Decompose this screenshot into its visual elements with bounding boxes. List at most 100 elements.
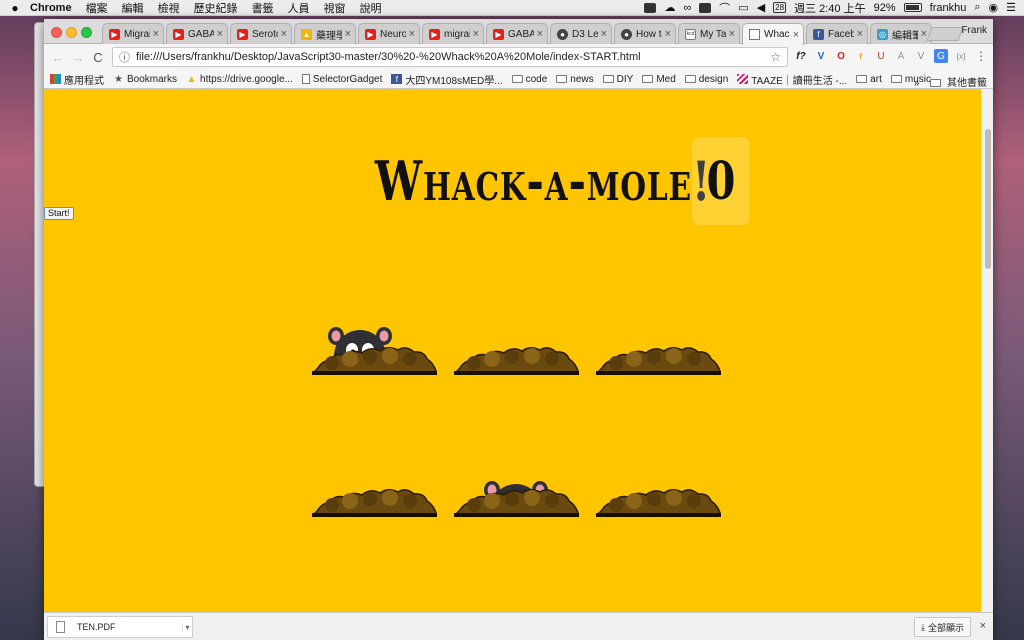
tab-2[interactable]: ▶ GABA × <box>166 23 228 44</box>
menu-help[interactable]: 說明 <box>360 0 382 16</box>
hole-2[interactable] <box>454 315 579 375</box>
download-menu-chevron-icon[interactable]: ▾ <box>182 622 192 632</box>
hole-1[interactable] <box>312 315 437 375</box>
menu-bookmarks[interactable]: 書籤 <box>252 0 274 16</box>
tab-close-icon[interactable]: × <box>345 28 351 40</box>
scrollbar-thumb[interactable] <box>985 129 991 269</box>
calendar-date-badge[interactable]: 28 <box>773 2 787 13</box>
tab-6[interactable]: ▶ migrai × <box>422 23 484 44</box>
close-window-icon[interactable] <box>51 27 62 38</box>
tag-extension-icon[interactable]: r <box>854 49 868 63</box>
hole-6[interactable] <box>596 457 721 517</box>
tab-close-icon[interactable]: × <box>537 28 543 40</box>
tab-7[interactable]: ▶ GABA × <box>486 23 548 44</box>
cloud-icon[interactable]: ☁ <box>664 1 675 14</box>
tab-8[interactable]: ● D3 Le × <box>550 23 612 44</box>
forward-button[interactable]: → <box>68 50 88 65</box>
bookmark-drive[interactable]: ▲ https://drive.google... <box>186 74 293 85</box>
tab-close-icon[interactable]: × <box>153 28 159 40</box>
json-extension-icon[interactable]: {x} <box>954 49 968 63</box>
a-extension-icon[interactable]: A <box>894 49 908 63</box>
reload-button[interactable]: C <box>88 50 108 65</box>
start-button[interactable]: Start! <box>44 207 74 220</box>
infinity-icon[interactable]: ∞ <box>683 2 691 14</box>
opera-extension-icon[interactable]: O <box>834 49 848 63</box>
hole-3[interactable] <box>596 315 721 375</box>
bookmark-apps[interactable]: 應用程式 <box>50 72 104 87</box>
bookmark-folder-med[interactable]: Med <box>642 74 676 85</box>
tab-close-icon[interactable]: × <box>857 28 863 40</box>
profile-name[interactable]: Frank <box>961 25 987 36</box>
notification-center-icon[interactable]: ☰ <box>1006 1 1016 14</box>
bookmark-folder-art[interactable]: art <box>856 74 882 85</box>
volume-icon[interactable]: ◀ <box>757 1 765 14</box>
tab-13[interactable]: ◎ 編輯筆× <box>870 23 932 44</box>
tab-close-icon[interactable]: × <box>921 28 927 40</box>
url-text[interactable]: file:///Users/frankhu/Desktop/JavaScript… <box>136 51 641 63</box>
hole-5[interactable] <box>454 457 579 517</box>
bookmark-taaze[interactable]: TAAZE｜讀冊生活 -... <box>737 72 847 87</box>
bookmarks-overflow[interactable]: » 其他書籤 <box>914 74 987 89</box>
tab-11-active[interactable]: Whack× <box>742 23 804 45</box>
tab-close-icon[interactable]: × <box>601 28 607 40</box>
tab-close-icon[interactable]: × <box>665 28 671 40</box>
spotlight-icon[interactable]: ⌕ <box>974 1 980 14</box>
menu-people[interactable]: 人員 <box>288 0 310 16</box>
bookmark-folder-news[interactable]: news <box>556 74 594 85</box>
back-button[interactable]: ← <box>48 50 68 65</box>
menu-view[interactable]: 檢視 <box>158 0 180 16</box>
tab-close-icon[interactable]: × <box>473 28 479 40</box>
other-bookmarks[interactable]: 其他書籤 <box>947 78 987 89</box>
close-download-shelf-icon[interactable]: × <box>980 620 986 632</box>
battery-icon[interactable] <box>903 3 922 12</box>
tab-10[interactable]: kcd My Ta × <box>678 23 740 44</box>
tab-9[interactable]: ● How to× <box>614 23 676 44</box>
tab-close-icon[interactable]: × <box>409 28 415 40</box>
v-extension-icon[interactable]: V <box>914 49 928 63</box>
wifi-icon[interactable]: ⌒ <box>719 0 730 16</box>
tab-1[interactable]: ▶ Migrai × <box>102 23 164 44</box>
bookmark-facebook-group[interactable]: f 大四YM108sMED學... <box>391 72 503 87</box>
bookmark-folder-diy[interactable]: DIY <box>602 74 633 85</box>
address-bar[interactable]: ⓘ file:///Users/frankhu/Desktop/JavaScri… <box>112 47 788 67</box>
tab-12[interactable]: f Facebo× <box>806 23 868 44</box>
bookmark-bookmarks[interactable]: ★ Bookmarks <box>113 74 177 85</box>
fullscreen-window-icon[interactable] <box>81 27 92 38</box>
bookmark-folder-design[interactable]: design <box>684 74 728 85</box>
apple-icon[interactable]: ● <box>0 1 30 15</box>
clock[interactable]: 週三 2:40 上午 <box>794 0 866 16</box>
chevron-right-icon[interactable]: » <box>914 78 920 89</box>
bookmark-selectorgadget[interactable]: SelectorGadget <box>301 74 382 85</box>
menu-history[interactable]: 歷史紀錄 <box>194 0 238 16</box>
bookmark-folder-code[interactable]: code <box>511 74 547 85</box>
minimize-window-icon[interactable] <box>66 27 77 38</box>
menu-window[interactable]: 視窗 <box>324 0 346 16</box>
page-info-icon[interactable]: ⓘ <box>119 49 130 65</box>
menu-edit[interactable]: 編輯 <box>122 0 144 16</box>
menu-app-chrome[interactable]: Chrome <box>30 2 72 14</box>
tab-close-icon[interactable]: × <box>729 28 735 40</box>
cup-extension-icon[interactable]: U <box>874 49 888 63</box>
siri-icon[interactable]: ◉ <box>989 1 999 14</box>
new-tab-button[interactable] <box>926 27 964 41</box>
formula-extension-icon[interactable]: f? <box>794 49 808 63</box>
tab-5[interactable]: ▶ Neuro × <box>358 23 420 44</box>
tab-close-icon[interactable]: × <box>281 28 287 40</box>
menu-file[interactable]: 檔案 <box>86 0 108 16</box>
vertical-scrollbar[interactable] <box>981 89 993 612</box>
tab-close-icon[interactable]: × <box>793 29 799 41</box>
airplay-icon[interactable]: ▭ <box>738 1 748 14</box>
app-status-icon[interactable] <box>699 2 712 13</box>
tab-close-icon[interactable]: × <box>217 28 223 40</box>
vue-extension-icon[interactable]: V <box>814 49 828 63</box>
user-name[interactable]: frankhu <box>930 2 967 14</box>
translate-extension-icon[interactable]: G <box>934 49 948 63</box>
chrome-menu-icon[interactable]: ⋮ <box>974 49 988 63</box>
bookmark-star-icon[interactable]: ☆ <box>770 50 781 64</box>
hole-4[interactable] <box>312 457 437 517</box>
download-item[interactable]: TEN.PDF ▾ <box>47 616 193 638</box>
tab-4[interactable]: ▲ 藥理學× <box>294 23 356 44</box>
tab-3[interactable]: ▶ Seroto× <box>230 23 292 44</box>
evernote-icon[interactable] <box>644 2 657 13</box>
show-all-downloads-button[interactable]: ⤓ 全部顯示 <box>914 617 971 637</box>
